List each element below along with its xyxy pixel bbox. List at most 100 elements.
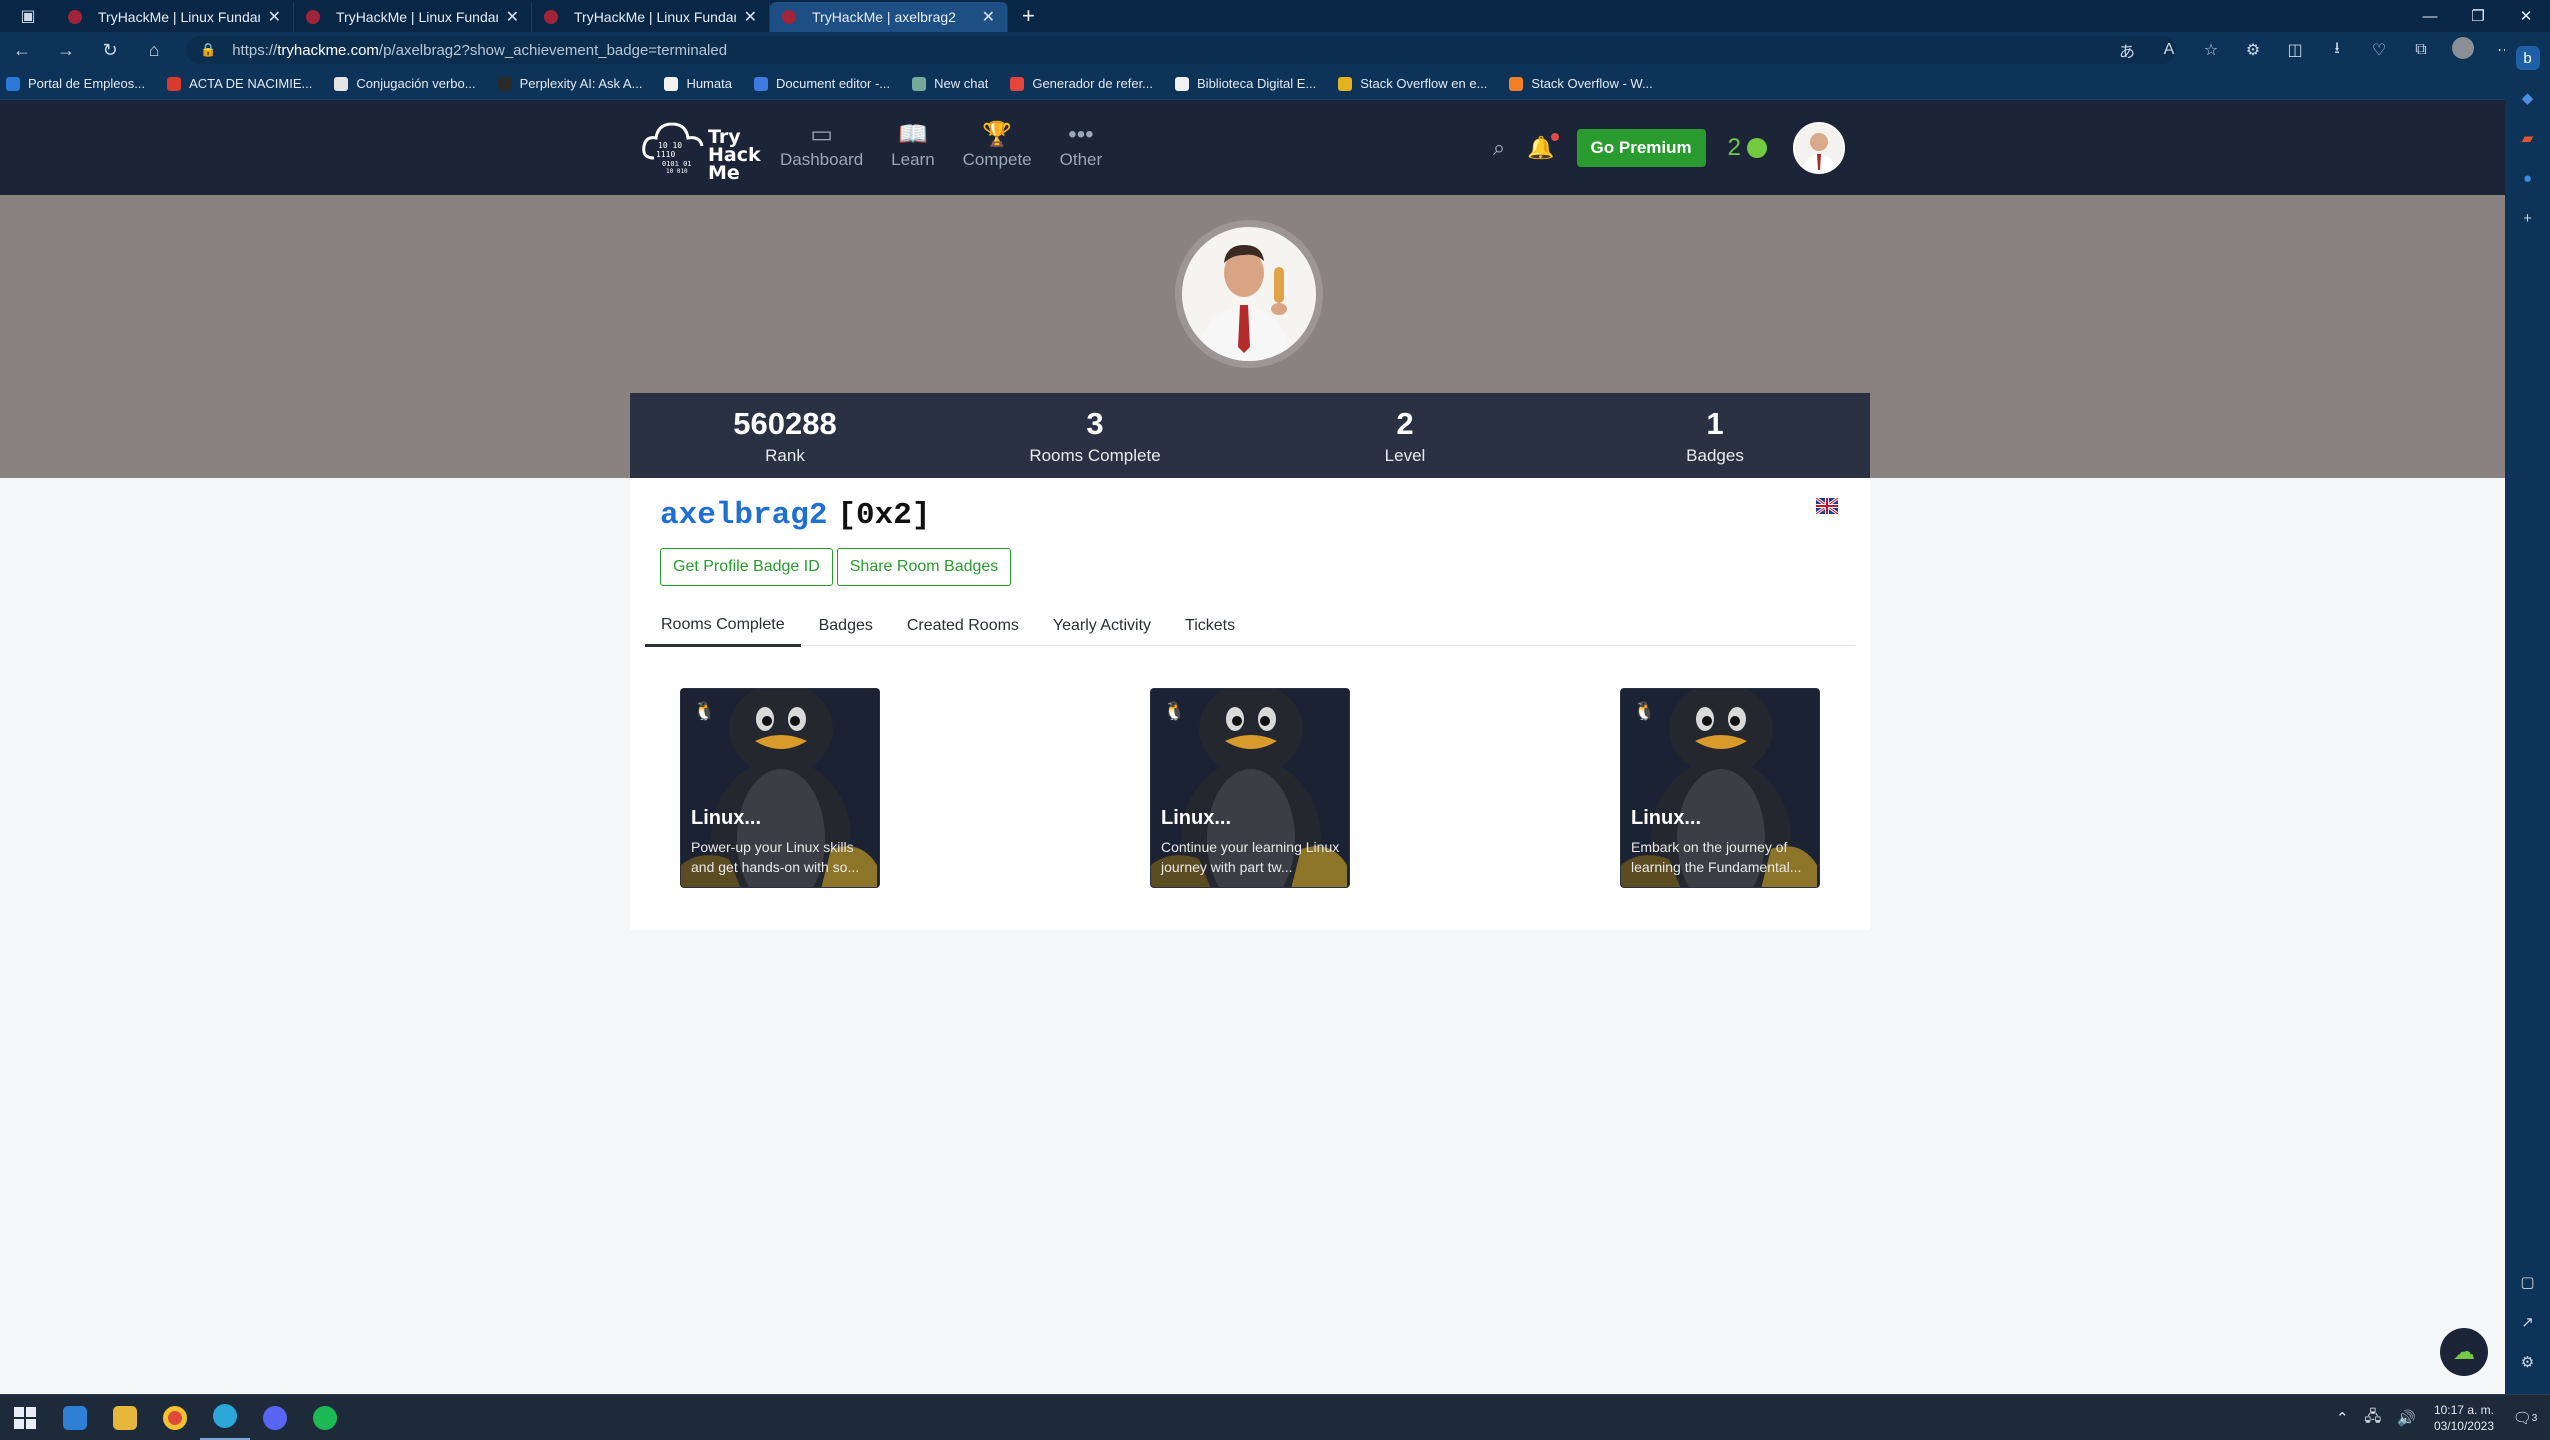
bookmark-item[interactable]: Humata — [664, 76, 732, 91]
bookmark-item[interactable]: Stack Overflow en e... — [1338, 76, 1487, 91]
bookmark-item[interactable]: ACTA DE NACIMIE... — [167, 76, 312, 91]
close-tab-icon[interactable]: ✕ — [506, 7, 519, 27]
copilot-icon[interactable]: b — [2515, 46, 2540, 70]
spotify-icon[interactable] — [300, 1395, 350, 1440]
user-avatar[interactable] — [1793, 121, 1845, 174]
minimize-icon[interactable]: — — [2406, 0, 2454, 32]
back-icon[interactable]: ← — [0, 32, 44, 68]
bookmark-item[interactable]: Portal de Empleos... — [6, 76, 145, 91]
trophy-icon: 🏆 — [982, 121, 1013, 148]
tryhackme-logo[interactable]: 10 10 1110 0101 01 10 010 Try Hack Me — [640, 114, 761, 183]
network-icon[interactable]: 🖧 — [2365, 1406, 2382, 1431]
close-tab-icon[interactable]: ✕ — [982, 7, 995, 27]
browser-tab[interactable]: TryHackMe | Linux Fundamentals ✕ — [56, 2, 294, 32]
stat-badges: 1 Badges — [1560, 393, 1870, 478]
start-icon[interactable] — [0, 1395, 50, 1440]
browser-tab[interactable]: TryHackMe | Linux Fundamentals ✕ — [294, 2, 532, 32]
cloud-chat-button[interactable]: ☁ — [2440, 1328, 2488, 1376]
restore-icon[interactable]: ❐ — [2454, 0, 2502, 32]
nav-dashboard[interactable]: ▭ Dashboard — [780, 120, 863, 170]
favorites-icon[interactable]: ♡ — [2358, 40, 2400, 60]
refresh-icon[interactable]: ↻ — [88, 32, 132, 68]
nav-label: Other — [1059, 150, 1103, 169]
tab-label: TryHackMe | Linux Fundamentals — [336, 9, 498, 25]
bookmark-item[interactable]: Perplexity AI: Ask A... — [497, 76, 642, 91]
tab-rooms-complete[interactable]: Rooms Complete — [645, 606, 801, 647]
main-nav: ▭ Dashboard 📖 Learn 🏆 Compete ••• Other — [780, 120, 1130, 170]
room-card[interactable]: 🐧 Linux... Power-up your Linux skills and … — [680, 688, 880, 888]
uk-flag-icon — [1816, 498, 1838, 514]
new-tab-icon[interactable]: + — [1022, 3, 1035, 29]
tryhackme-favicon-icon — [782, 10, 796, 24]
add-icon[interactable]: + — [2516, 206, 2540, 230]
url-field[interactable]: 🔒 https://tryhackme.com/p/axelbrag2?show… — [186, 36, 2176, 64]
read-aloud-icon[interactable]: A — [2148, 41, 2190, 59]
room-card[interactable]: 🐧 Linux... Embark on the journey of learni… — [1620, 688, 1820, 888]
profile-username: axelbrag2 [0x2] — [660, 498, 930, 533]
browser-tab-active[interactable]: TryHackMe | axelbrag2 ✕ — [770, 2, 1008, 32]
collections-icon[interactable]: ⧉ — [2400, 41, 2442, 59]
bookmark-item[interactable]: Biblioteca Digital E... — [1175, 76, 1316, 91]
window-controls: — ❐ ✕ — [2406, 0, 2550, 32]
bookmark-item[interactable]: Document editor -... — [753, 76, 891, 91]
tab-badges[interactable]: Badges — [803, 606, 889, 646]
bookmark-favicon-icon — [753, 76, 768, 91]
close-tab-icon[interactable]: ✕ — [268, 7, 281, 27]
profile-icon[interactable] — [2442, 36, 2484, 64]
hide-sidebar-icon[interactable]: ▢ — [2516, 1270, 2540, 1294]
nav-label: Dashboard — [780, 150, 864, 169]
bookmark-item[interactable]: Conjugación verbo... — [334, 76, 476, 91]
tab-created-rooms[interactable]: Created Rooms — [891, 606, 1035, 646]
extensions-icon[interactable]: ⚙ — [2232, 40, 2274, 60]
volume-icon[interactable]: 🔊 — [2397, 1409, 2416, 1427]
bookmark-label: Stack Overflow - W... — [1531, 76, 1653, 91]
favorite-star-icon[interactable]: ☆ — [2190, 40, 2232, 60]
file-explorer-icon[interactable] — [100, 1395, 150, 1440]
split-screen-icon[interactable]: ◫ — [2274, 40, 2316, 60]
edge-sidebar: b ◆ ▰ ● + ▢ ↗ ⚙ — [2505, 32, 2550, 1394]
tab-yearly-activity[interactable]: Yearly Activity — [1037, 606, 1167, 646]
tab-tickets[interactable]: Tickets — [1169, 606, 1251, 646]
nav-label: Compete — [962, 150, 1032, 169]
clock[interactable]: 10:17 a. m. 03/10/2023 — [2434, 1402, 2494, 1434]
bookmark-label: Document editor -... — [775, 76, 891, 91]
linux-icon: 🐧 — [1633, 701, 1656, 721]
close-window-icon[interactable]: ✕ — [2502, 0, 2550, 32]
nav-label: Learn — [891, 150, 935, 169]
tab-label: TryHackMe | axelbrag2 — [812, 9, 956, 25]
outlook-icon[interactable]: ● — [2516, 166, 2540, 190]
search-icon[interactable]: ⌕ — [1493, 135, 1505, 161]
profile-avatar — [1175, 220, 1323, 368]
chevron-up-icon[interactable]: ⌃ — [2336, 1409, 2349, 1427]
get-profile-badge-id-button[interactable]: Get Profile Badge ID — [660, 548, 833, 586]
forward-icon[interactable]: → — [44, 32, 88, 68]
tools-icon[interactable]: ▰ — [2516, 126, 2540, 150]
nav-compete[interactable]: 🏆 Compete — [963, 120, 1032, 170]
browser-tab[interactable]: TryHackMe | Linux Fundamentals ✕ — [532, 2, 770, 32]
bookmark-item[interactable]: Generador de refer... — [1010, 76, 1153, 91]
lock-icon[interactable]: 🔒 — [200, 42, 216, 58]
open-external-icon[interactable]: ↗ — [2516, 1310, 2540, 1334]
bookmark-item[interactable]: Stack Overflow - W... — [1509, 76, 1653, 91]
task-view-icon[interactable] — [50, 1395, 100, 1440]
nav-other[interactable]: ••• Other — [1060, 120, 1103, 170]
notification-bell-icon[interactable]: 🔔 — [1527, 132, 1559, 161]
room-card[interactable]: 🐧 Linux... Continue your learning Linux jo… — [1150, 688, 1350, 888]
close-tab-icon[interactable]: ✕ — [744, 7, 757, 27]
workspaces-icon[interactable]: ▣ — [0, 0, 56, 32]
share-room-badges-button[interactable]: Share Room Badges — [836, 548, 1012, 586]
edge-icon[interactable] — [200, 1395, 250, 1440]
shopping-icon[interactable]: ◆ — [2516, 86, 2540, 110]
discord-icon[interactable] — [250, 1395, 300, 1440]
downloads-icon[interactable]: ⭳ — [2316, 37, 2358, 64]
bookmark-item[interactable]: New chat — [912, 76, 988, 91]
translate-icon[interactable]: あ — [2106, 38, 2148, 62]
nav-learn[interactable]: 📖 Learn — [891, 120, 934, 170]
chrome-icon[interactable] — [150, 1395, 200, 1440]
home-icon[interactable]: ⌂ — [132, 32, 176, 68]
settings-icon[interactable]: ⚙ — [2516, 1350, 2540, 1374]
stat-value: 1 — [1706, 405, 1724, 441]
streak-counter[interactable]: 2 — [1728, 134, 1767, 162]
go-premium-button[interactable]: Go Premium — [1576, 128, 1706, 167]
notifications-icon[interactable]: 🗨 3 — [2510, 1403, 2540, 1433]
